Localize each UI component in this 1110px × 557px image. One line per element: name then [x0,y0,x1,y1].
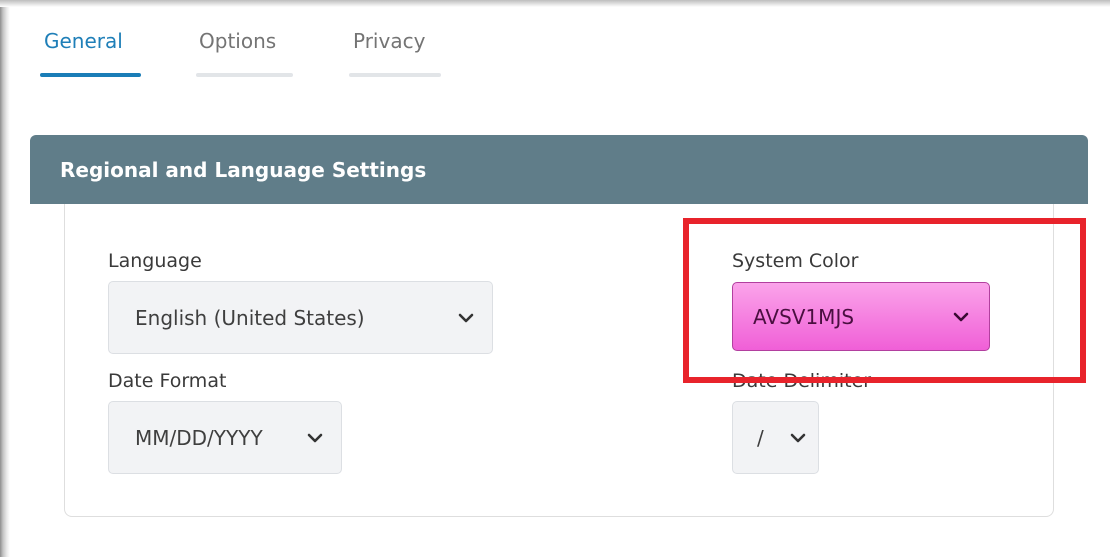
chevron-down-icon [790,433,806,442]
tab-privacy[interactable]: Privacy [353,29,425,53]
date-format-select-value: MM/DD/YYYY [135,425,263,450]
tab-privacy-underline [349,73,441,77]
highlight-box [683,218,1086,383]
chevron-down-icon [307,433,323,442]
date-delimiter-select[interactable]: / [732,401,819,474]
tab-options[interactable]: Options [199,29,276,53]
chevron-down-icon [458,313,474,322]
date-delimiter-select-value: / [757,425,764,450]
date-format-select[interactable]: MM/DD/YYYY [108,401,342,474]
tab-options-underline [196,73,293,77]
window-frame-edge-top [0,0,1110,7]
panel-title: Regional and Language Settings [60,157,427,182]
language-select[interactable]: English (United States) [108,281,493,354]
language-label: Language [108,250,202,272]
date-format-label: Date Format [108,370,227,392]
language-select-value: English (United States) [135,305,365,330]
tab-general-underline [40,73,141,77]
panel-header: Regional and Language Settings [30,135,1088,204]
tab-general[interactable]: General [44,29,123,53]
window-frame-edge [0,0,10,557]
